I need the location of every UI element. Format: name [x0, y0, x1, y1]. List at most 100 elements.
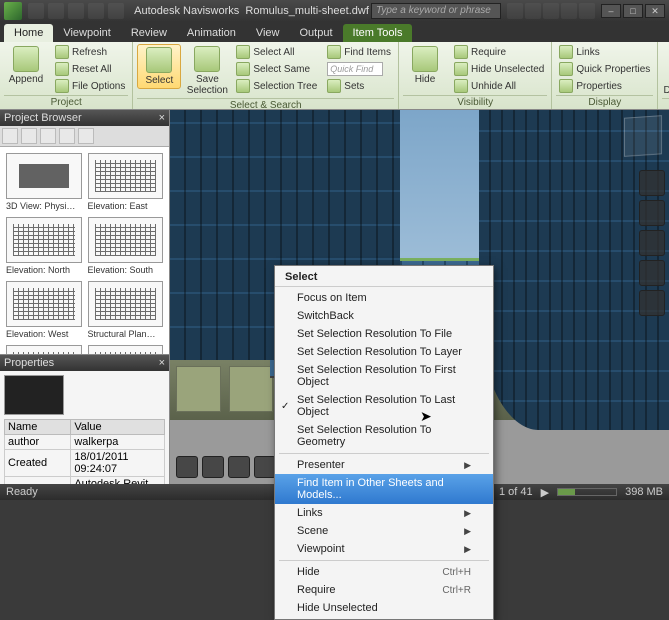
panel-close-icon[interactable]: ×: [159, 112, 165, 124]
vp-first-icon[interactable]: [176, 456, 198, 478]
select-all-button[interactable]: Select All: [233, 44, 320, 60]
sheet-thumb[interactable]: 3D View: Physi…: [6, 153, 82, 211]
tab-item-tools[interactable]: Item Tools: [343, 24, 413, 42]
hide-unselected-button[interactable]: Hide Unselected: [451, 61, 547, 77]
qat-new-icon[interactable]: [28, 3, 44, 19]
sheet-thumb[interactable]: [88, 345, 164, 354]
sheet-thumb[interactable]: Elevation: North: [6, 217, 82, 275]
menu-item[interactable]: Set Selection Resolution To Geometry: [275, 421, 493, 451]
qat-open-icon[interactable]: [48, 3, 64, 19]
sets-button[interactable]: Sets: [324, 78, 394, 94]
subscription-icon[interactable]: [525, 3, 541, 19]
pan-icon[interactable]: [639, 200, 665, 226]
menu-item[interactable]: Links▶: [275, 504, 493, 522]
menu-item[interactable]: Set Selection Resolution To File: [275, 325, 493, 343]
menu-item[interactable]: Set Selection Resolution To First Object: [275, 361, 493, 391]
browser-grid-icon[interactable]: [2, 128, 18, 144]
tab-output[interactable]: Output: [290, 24, 343, 42]
hide-button[interactable]: Hide: [403, 44, 447, 87]
selection-tree-button[interactable]: Selection Tree: [233, 78, 320, 94]
close-button[interactable]: ✕: [645, 4, 665, 18]
tab-viewpoint[interactable]: Viewpoint: [53, 24, 121, 42]
select-button[interactable]: Select: [137, 44, 181, 89]
tab-home[interactable]: Home: [4, 24, 53, 42]
sets-icon: [327, 79, 341, 93]
reset-all-button[interactable]: Reset All: [52, 61, 128, 77]
quick-find-field[interactable]: Quick Find: [324, 61, 394, 77]
menu-item[interactable]: RequireCtrl+R: [275, 581, 493, 599]
save-selection-button[interactable]: Save Selection: [185, 44, 229, 98]
quick-properties-button[interactable]: Quick Properties: [556, 61, 653, 77]
links-icon: [559, 45, 573, 59]
find-items-button[interactable]: Find Items: [324, 44, 394, 60]
menu-item[interactable]: Scene▶: [275, 522, 493, 540]
menu-item[interactable]: Presenter▶: [275, 456, 493, 474]
sheet-thumb[interactable]: Structural Plan…: [88, 281, 164, 339]
browser-list-icon[interactable]: [21, 128, 37, 144]
require-button[interactable]: Require: [451, 44, 547, 60]
menu-item[interactable]: Set Selection Resolution To Last Object: [275, 391, 493, 421]
tab-animation[interactable]: Animation: [177, 24, 246, 42]
search-input[interactable]: Type a keyword or phrase: [371, 3, 501, 19]
look-icon[interactable]: [639, 290, 665, 316]
exchange-icon[interactable]: [543, 3, 559, 19]
sheet-thumb[interactable]: Elevation: West: [6, 281, 82, 339]
sheet-thumb[interactable]: Elevation: South: [88, 217, 164, 275]
select-same-icon: [236, 62, 250, 76]
vp-next-icon[interactable]: [254, 456, 276, 478]
panel-tools: Clash Detective TimeLiner Presenter Anim…: [658, 42, 669, 109]
select-same-button[interactable]: Select Same: [233, 61, 320, 77]
minimize-button[interactable]: –: [601, 4, 621, 18]
view-cube[interactable]: [624, 115, 662, 157]
hide-icon: [412, 46, 438, 72]
favorites-icon[interactable]: [561, 3, 577, 19]
menu-item[interactable]: SwitchBack: [275, 307, 493, 325]
append-button[interactable]: Append: [4, 44, 48, 87]
col-value[interactable]: Value: [71, 420, 165, 435]
qat-save-icon[interactable]: [68, 3, 84, 19]
orbit-icon[interactable]: [639, 260, 665, 286]
steering-wheel-icon[interactable]: [639, 170, 665, 196]
menu-item[interactable]: HideCtrl+H: [275, 563, 493, 581]
browser-import-icon[interactable]: [40, 128, 56, 144]
find-icon: [327, 45, 341, 59]
window-title: Autodesk Navisworks Romulus_multi-sheet.…: [132, 5, 371, 17]
sheet-page-indicator: 1 of 41: [499, 486, 533, 498]
links-button[interactable]: Links: [556, 44, 653, 60]
tab-review[interactable]: Review: [121, 24, 177, 42]
titlebar: Autodesk Navisworks Romulus_multi-sheet.…: [0, 0, 669, 22]
table-row[interactable]: authorwalkerpa: [5, 435, 165, 450]
unhide-all-button[interactable]: Unhide All: [451, 78, 547, 94]
menu-item[interactable]: Viewpoint▶: [275, 540, 493, 558]
properties-panel: Properties× NameValue authorwalkerpa Cre…: [0, 354, 169, 484]
search-icon[interactable]: [507, 3, 523, 19]
app-menu-icon[interactable]: [4, 2, 22, 20]
sheet-nav-next-icon[interactable]: ▶: [541, 486, 549, 499]
properties-title[interactable]: Properties×: [0, 355, 169, 371]
menu-item[interactable]: Hide Unselected: [275, 599, 493, 617]
tab-view[interactable]: View: [246, 24, 290, 42]
vp-prev-icon[interactable]: [202, 456, 224, 478]
col-name[interactable]: Name: [5, 420, 71, 435]
browser-refresh-icon[interactable]: [59, 128, 75, 144]
sheet-thumb[interactable]: Elevation: East: [88, 153, 164, 211]
navigation-bar: [639, 170, 665, 316]
menu-item[interactable]: Set Selection Resolution To Layer: [275, 343, 493, 361]
browser-prepare-icon[interactable]: [78, 128, 94, 144]
zoom-icon[interactable]: [639, 230, 665, 256]
panel-close-icon[interactable]: ×: [159, 357, 165, 369]
qat-redo-icon[interactable]: [108, 3, 124, 19]
properties-button[interactable]: Properties: [556, 78, 653, 94]
menu-item[interactable]: Focus on Item: [275, 289, 493, 307]
project-browser-title[interactable]: Project Browser×: [0, 110, 169, 126]
maximize-button[interactable]: □: [623, 4, 643, 18]
qat-undo-icon[interactable]: [88, 3, 104, 19]
help-icon[interactable]: [579, 3, 595, 19]
refresh-button[interactable]: Refresh: [52, 44, 128, 60]
table-row[interactable]: Created18/01/2011 09:24:07: [5, 450, 165, 477]
file-options-button[interactable]: File Options: [52, 78, 128, 94]
sheet-thumb[interactable]: [6, 345, 82, 354]
vp-play-icon[interactable]: [228, 456, 250, 478]
clash-detective-button[interactable]: Clash Detective: [662, 44, 669, 98]
table-row[interactable]: CreatorAutodesk Revit Architectu…: [5, 477, 165, 485]
